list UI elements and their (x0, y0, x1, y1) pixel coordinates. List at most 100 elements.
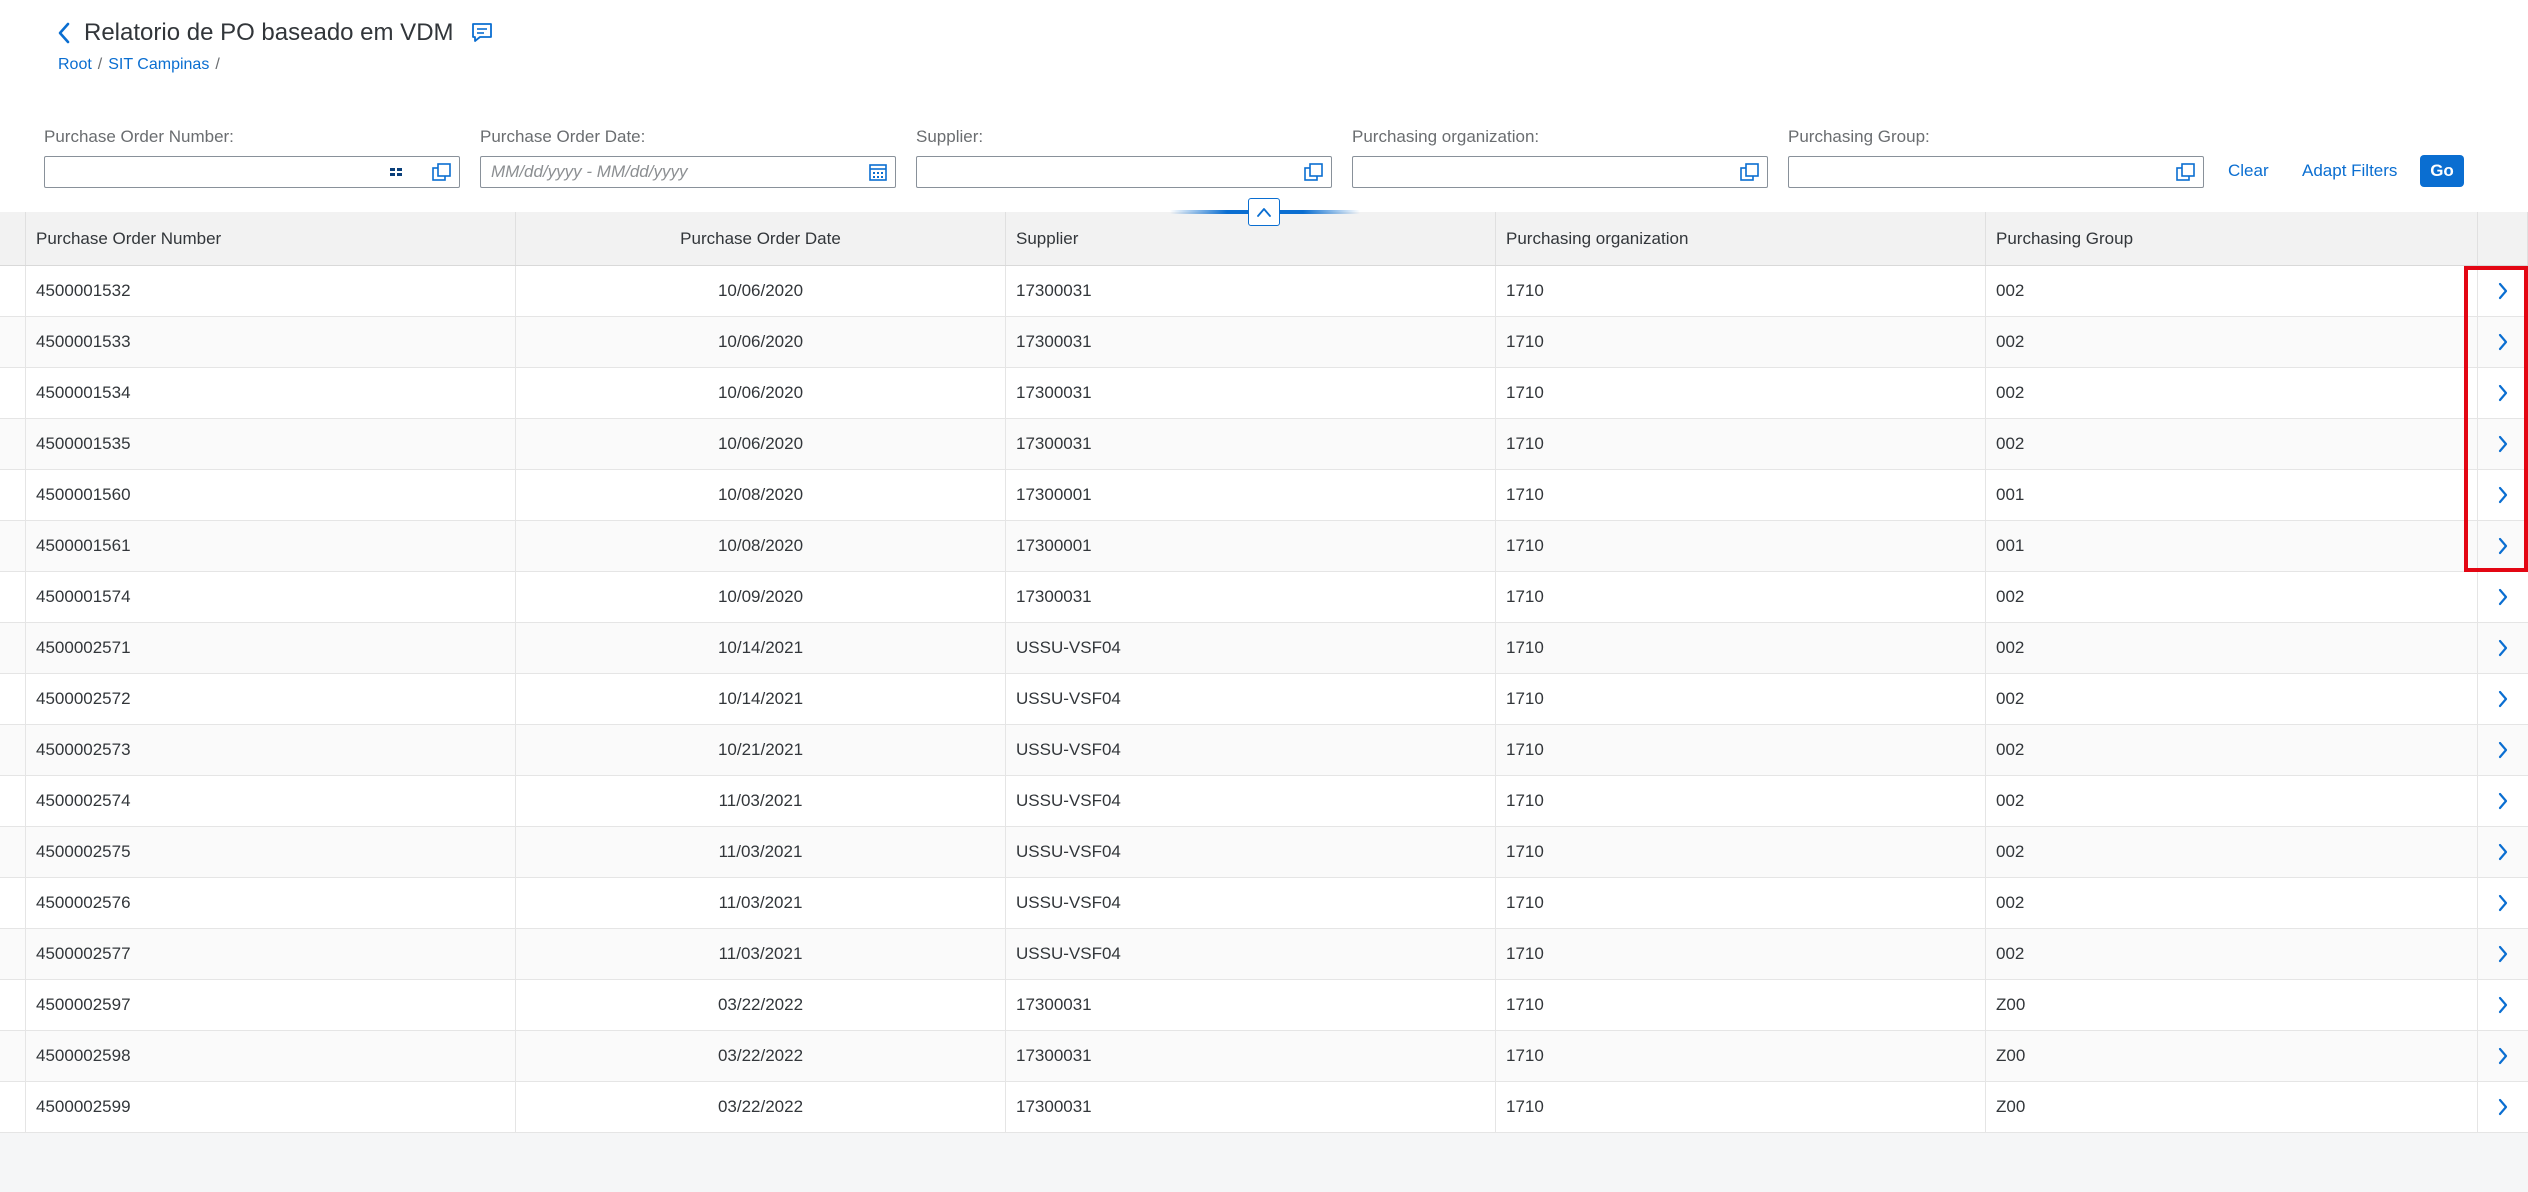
cell-po-date: 10/09/2020 (516, 572, 1006, 622)
po-date-input[interactable] (491, 161, 781, 183)
cell-purchasing-group: Z00 (1986, 1031, 2478, 1081)
row-navigation-button[interactable] (2478, 419, 2528, 469)
column-header-purchasing-group[interactable]: Purchasing Group (1986, 212, 2478, 265)
row-navigation-button[interactable] (2478, 266, 2528, 316)
table-row[interactable]: 4500002572 10/14/2021 USSU-VSF04 1710 002 (0, 674, 2528, 725)
value-help-icon[interactable] (1739, 162, 1761, 182)
table-row[interactable]: 4500002577 11/03/2021 USSU-VSF04 1710 002 (0, 929, 2528, 980)
row-selector[interactable] (0, 674, 26, 724)
cell-po-date: 10/06/2020 (516, 419, 1006, 469)
row-selector[interactable] (0, 1031, 26, 1081)
calendar-icon[interactable] (867, 162, 889, 182)
table-row[interactable]: 4500002571 10/14/2021 USSU-VSF04 1710 002 (0, 623, 2528, 674)
cell-purchasing-organization: 1710 (1496, 470, 1986, 520)
row-selector[interactable] (0, 827, 26, 877)
row-navigation-button[interactable] (2478, 878, 2528, 928)
purchasing-organization-field[interactable] (1352, 156, 1768, 188)
breadcrumb-root[interactable]: Root (58, 56, 92, 73)
row-navigation-button[interactable] (2478, 980, 2528, 1030)
column-header-purchasing-organization[interactable]: Purchasing organization (1496, 212, 1986, 265)
row-selector[interactable] (0, 470, 26, 520)
po-number-field[interactable] (44, 156, 460, 188)
column-header-po-date[interactable]: Purchase Order Date (516, 212, 1006, 265)
row-selector[interactable] (0, 623, 26, 673)
row-selector[interactable] (0, 1082, 26, 1132)
breadcrumb-sit-campinas[interactable]: SIT Campinas (108, 56, 209, 73)
row-navigation-button[interactable] (2478, 521, 2528, 571)
row-selector[interactable] (0, 725, 26, 775)
cell-po-date: 10/06/2020 (516, 266, 1006, 316)
cell-po-date: 10/08/2020 (516, 470, 1006, 520)
collapse-header-button[interactable] (1248, 198, 1280, 226)
po-number-input[interactable] (55, 161, 345, 183)
table-row[interactable]: 4500002573 10/21/2021 USSU-VSF04 1710 002 (0, 725, 2528, 776)
table-row[interactable]: 4500001560 10/08/2020 17300001 1710 001 (0, 470, 2528, 521)
row-navigation-button[interactable] (2478, 317, 2528, 367)
row-selector[interactable] (0, 419, 26, 469)
po-date-field[interactable] (480, 156, 896, 188)
value-help-icon[interactable] (2175, 162, 2197, 182)
value-help-icon[interactable] (431, 162, 453, 182)
cell-purchasing-group: 002 (1986, 827, 2478, 877)
row-selector[interactable] (0, 980, 26, 1030)
cell-purchasing-organization: 1710 (1496, 266, 1986, 316)
table-row[interactable]: 4500001561 10/08/2020 17300001 1710 001 (0, 521, 2528, 572)
purchasing-organization-input[interactable] (1363, 161, 1653, 183)
table-row[interactable]: 4500001534 10/06/2020 17300031 1710 002 (0, 368, 2528, 419)
chevron-right-icon (2498, 792, 2508, 810)
row-navigation-button[interactable] (2478, 572, 2528, 622)
row-selector[interactable] (0, 776, 26, 826)
supplier-field[interactable] (916, 156, 1332, 188)
row-navigation-button[interactable] (2478, 623, 2528, 673)
table-row[interactable]: 4500002575 11/03/2021 USSU-VSF04 1710 002 (0, 827, 2528, 878)
cell-supplier: USSU-VSF04 (1006, 878, 1496, 928)
supplier-input[interactable] (927, 161, 1217, 183)
row-selector[interactable] (0, 521, 26, 571)
row-navigation-button[interactable] (2478, 827, 2528, 877)
adapt-filters-button[interactable]: Adapt Filters (2296, 156, 2403, 186)
filter-label: Purchase Order Date: (480, 127, 646, 146)
row-navigation-button[interactable] (2478, 776, 2528, 826)
cell-supplier: 17300031 (1006, 1082, 1496, 1132)
purchasing-group-input[interactable] (1799, 161, 2089, 183)
feedback-button[interactable] (470, 21, 496, 45)
row-selector[interactable] (0, 929, 26, 979)
cell-purchasing-organization: 1710 (1496, 878, 1986, 928)
row-selector[interactable] (0, 266, 26, 316)
breadcrumb: Root / SIT Campinas / (58, 54, 226, 76)
row-navigation-button[interactable] (2478, 1031, 2528, 1081)
row-navigation-button[interactable] (2478, 368, 2528, 418)
value-help-icon[interactable] (1303, 162, 1325, 182)
table-row[interactable]: 4500002598 03/22/2022 17300031 1710 Z00 (0, 1031, 2528, 1082)
cell-po-number: 4500002571 (26, 623, 516, 673)
cell-po-number: 4500001574 (26, 572, 516, 622)
row-navigation-button[interactable] (2478, 674, 2528, 724)
back-button[interactable] (52, 18, 76, 48)
cell-supplier: 17300031 (1006, 1031, 1496, 1081)
row-navigation-button[interactable] (2478, 470, 2528, 520)
table-row[interactable]: 4500002597 03/22/2022 17300031 1710 Z00 (0, 980, 2528, 1031)
table-row[interactable]: 4500002576 11/03/2021 USSU-VSF04 1710 002 (0, 878, 2528, 929)
column-header-po-number[interactable]: Purchase Order Number (26, 212, 516, 265)
table-row[interactable]: 4500001532 10/06/2020 17300031 1710 002 (0, 266, 2528, 317)
filter-purchasing-group: Purchasing Group: (1788, 126, 2204, 190)
cell-purchasing-group: 002 (1986, 317, 2478, 367)
cell-purchasing-organization: 1710 (1496, 929, 1986, 979)
row-selector[interactable] (0, 572, 26, 622)
cell-purchasing-organization: 1710 (1496, 1082, 1986, 1132)
row-selector[interactable] (0, 878, 26, 928)
table-row[interactable]: 4500001574 10/09/2020 17300031 1710 002 (0, 572, 2528, 623)
cell-supplier: 17300031 (1006, 980, 1496, 1030)
row-selector[interactable] (0, 317, 26, 367)
clear-button[interactable]: Clear (2222, 156, 2275, 186)
row-navigation-button[interactable] (2478, 725, 2528, 775)
row-navigation-button[interactable] (2478, 929, 2528, 979)
table-row[interactable]: 4500001535 10/06/2020 17300031 1710 002 (0, 419, 2528, 470)
go-button[interactable]: Go (2420, 155, 2464, 187)
table-row[interactable]: 4500001533 10/06/2020 17300031 1710 002 (0, 317, 2528, 368)
row-selector[interactable] (0, 368, 26, 418)
purchasing-group-field[interactable] (1788, 156, 2204, 188)
row-navigation-button[interactable] (2478, 1082, 2528, 1132)
table-row[interactable]: 4500002574 11/03/2021 USSU-VSF04 1710 002 (0, 776, 2528, 827)
table-row[interactable]: 4500002599 03/22/2022 17300031 1710 Z00 (0, 1082, 2528, 1133)
